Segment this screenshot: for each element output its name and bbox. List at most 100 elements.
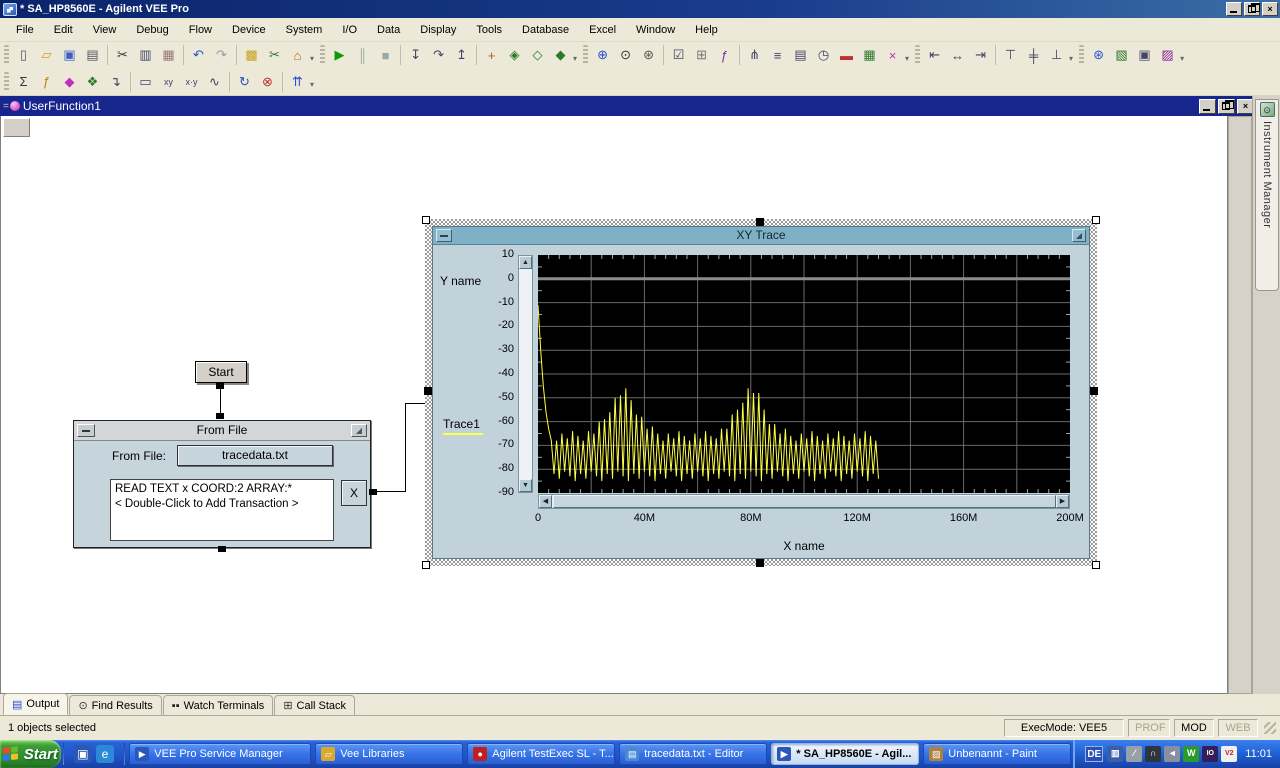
menu-display[interactable]: Display: [410, 21, 466, 39]
waveform-icon[interactable]: ∿: [204, 71, 225, 92]
workspace[interactable]: Start From File ◢ From File: tracedata.t…: [0, 116, 1228, 694]
hierarchy-icon[interactable]: ⋔: [744, 45, 765, 66]
undo-icon[interactable]: ↶: [188, 45, 209, 66]
menu-tools[interactable]: Tools: [466, 21, 512, 39]
toolbar-overflow-icon[interactable]: ▾: [310, 54, 314, 63]
import-icon[interactable]: ↴: [105, 71, 126, 92]
step-out-icon[interactable]: ↥: [451, 45, 472, 66]
minimize-button[interactable]: [1226, 2, 1242, 16]
toolbar-overflow-icon[interactable]: ▾: [310, 80, 314, 89]
workspace-vertical-scrollbar[interactable]: [1228, 116, 1252, 694]
menu-device[interactable]: Device: [222, 21, 276, 39]
menu-flow[interactable]: Flow: [179, 21, 222, 39]
multi-formula-icon[interactable]: ❖: [82, 71, 103, 92]
from-file-minimize-button[interactable]: [77, 424, 95, 437]
xy-trace-resize-button[interactable]: ◢: [1072, 229, 1086, 242]
menu-database[interactable]: Database: [512, 21, 579, 39]
selection-handle-bottom-left[interactable]: [422, 561, 430, 569]
xy-trace-object[interactable]: XY Trace ◢ Y name Trace1 100-10-20-30-40…: [432, 226, 1090, 559]
menu-io[interactable]: I/O: [332, 21, 367, 39]
xy-display-icon[interactable]: xy: [158, 71, 179, 92]
x-scrollbar-thumb[interactable]: [553, 495, 1056, 508]
selection-handle-left-middle[interactable]: [424, 387, 432, 395]
io-beads-icon[interactable]: ⇈: [287, 71, 308, 92]
instrument-manager-tab[interactable]: ⊙ Instrument Manager: [1255, 99, 1279, 291]
menu-system[interactable]: System: [276, 21, 333, 39]
tray-w-icon[interactable]: W: [1183, 746, 1199, 762]
formula-object-icon[interactable]: ◆: [59, 71, 80, 92]
align-center-icon[interactable]: ↔: [947, 45, 968, 66]
from-file-resize-button[interactable]: ◢: [351, 424, 367, 437]
program-list-icon[interactable]: ▤: [790, 45, 811, 66]
tray-headset-icon[interactable]: ∩: [1145, 746, 1161, 762]
start-object[interactable]: Start: [195, 361, 247, 383]
distribute-top-icon[interactable]: ⊤: [1000, 45, 1021, 66]
tab-call-stack[interactable]: ⊞Call Stack: [274, 695, 355, 715]
from-file-object[interactable]: From File ◢ From File: tracedata.txt REA…: [73, 420, 371, 548]
x-axis-scrollbar[interactable]: ◀ ▶: [538, 494, 1070, 509]
userfunction-minimize-button[interactable]: [1199, 99, 1216, 114]
pause-icon[interactable]: ║: [352, 45, 373, 66]
scroll-right-icon[interactable]: ▶: [1056, 495, 1069, 508]
toolbar-overflow-icon[interactable]: ▾: [905, 54, 909, 63]
export-image-icon[interactable]: ▨: [1157, 45, 1178, 66]
timer-icon[interactable]: ◷: [813, 45, 834, 66]
menu-edit[interactable]: Edit: [44, 21, 83, 39]
web-export-icon[interactable]: ▧: [1111, 45, 1132, 66]
start-menu-button[interactable]: Start: [0, 740, 61, 768]
xy-trace-selection-frame[interactable]: XY Trace ◢ Y name Trace1 100-10-20-30-40…: [425, 219, 1097, 566]
sigma-icon[interactable]: Σ: [13, 71, 34, 92]
strip-chart-icon[interactable]: x·y: [181, 71, 202, 92]
tab-output[interactable]: ▤Output: [3, 693, 68, 715]
taskbar-button-sa-hp8560e[interactable]: ▶* SA_HP8560E - Agil...: [771, 743, 919, 765]
align-left-icon[interactable]: ⇤: [924, 45, 945, 66]
from-file-titlebar[interactable]: From File: [74, 421, 370, 441]
show-data-flow-icon[interactable]: ◇: [527, 45, 548, 66]
userfunction-restore-button[interactable]: [1218, 99, 1235, 114]
show-flow-icon[interactable]: ◈: [504, 45, 525, 66]
xy-trace-minimize-button[interactable]: [436, 229, 452, 242]
panel-icon[interactable]: ▭: [135, 71, 156, 92]
stop-icon[interactable]: ■: [375, 45, 396, 66]
copy-icon[interactable]: ▥: [135, 45, 156, 66]
from-file-output-pin-x[interactable]: X: [341, 480, 367, 506]
quick-launch-app-icon[interactable]: ▣: [74, 745, 92, 763]
script-icon[interactable]: ƒ: [714, 45, 735, 66]
taskbar-button-paint[interactable]: ▨Unbenannt - Paint: [923, 743, 1071, 765]
new-file-icon[interactable]: ▯: [13, 45, 34, 66]
selection-handle-bottom-right[interactable]: [1092, 561, 1100, 569]
xy-trace-titlebar[interactable]: XY Trace: [433, 227, 1089, 245]
save-icon[interactable]: ▣: [59, 45, 80, 66]
menu-debug[interactable]: Debug: [126, 21, 178, 39]
tray-volume-icon[interactable]: ◄: [1164, 746, 1180, 762]
scroll-up-icon[interactable]: ▲: [519, 256, 532, 269]
tray-display-icon[interactable]: ▥: [1107, 746, 1123, 762]
web-icon[interactable]: ⊛: [1088, 45, 1109, 66]
menu-view[interactable]: View: [83, 21, 127, 39]
align-right-icon[interactable]: ⇥: [970, 45, 991, 66]
find-icon[interactable]: ⊙: [615, 45, 636, 66]
taskbar-button-vee-service-manager[interactable]: ▶VEE Pro Service Manager: [129, 743, 311, 765]
language-indicator[interactable]: DE: [1085, 746, 1103, 762]
distribute-bottom-icon[interactable]: ⊥: [1046, 45, 1067, 66]
selection-handle-top-left[interactable]: [422, 216, 430, 224]
pan-icon[interactable]: +: [481, 45, 502, 66]
database-window-icon[interactable]: ▦: [859, 45, 880, 66]
restore-button[interactable]: [1244, 2, 1260, 16]
preferences-icon[interactable]: ☑: [668, 45, 689, 66]
selection-handle-bottom-center[interactable]: [756, 559, 764, 567]
tab-find-results[interactable]: ⊙Find Results: [69, 695, 161, 715]
notes-icon[interactable]: ▬: [836, 45, 857, 66]
open-folder-icon[interactable]: ▱: [36, 45, 57, 66]
from-file-transaction-list[interactable]: READ TEXT x COORD:2 ARRAY:*< Double-Clic…: [110, 479, 334, 541]
center-screen-icon[interactable]: ⊕: [592, 45, 613, 66]
tray-vee-icon[interactable]: V2: [1221, 746, 1237, 762]
menu-help[interactable]: Help: [685, 21, 728, 39]
properties-icon[interactable]: ≡: [767, 45, 788, 66]
y-axis-scrollbar[interactable]: ▲ ▼: [518, 255, 533, 493]
tray-io-icon[interactable]: IO: [1202, 746, 1218, 762]
taskbar-button-vee-libraries[interactable]: ▱Vee Libraries: [315, 743, 463, 765]
toolbar-overflow-icon[interactable]: ▾: [1180, 54, 1184, 63]
menu-data[interactable]: Data: [367, 21, 410, 39]
clone-icon[interactable]: ▩: [241, 45, 262, 66]
